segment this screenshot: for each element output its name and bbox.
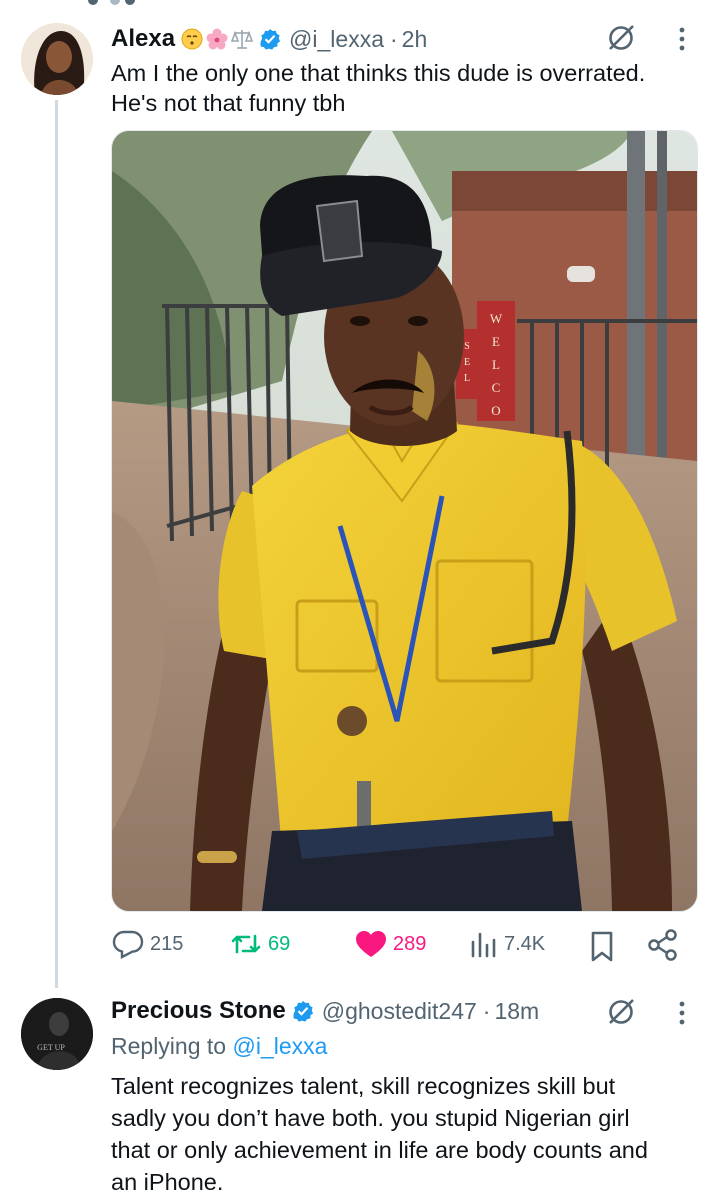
- verified-badge-icon: [292, 1000, 314, 1022]
- views-button[interactable]: 7.4K: [468, 926, 545, 962]
- author-name[interactable]: Alexa: [111, 25, 175, 53]
- replying-to-label: Replying to: [111, 1033, 227, 1059]
- welcome-sign-letter: C: [492, 380, 501, 395]
- balance-scale-emoji: [230, 28, 254, 50]
- tweet-text-line: He's not that funny tbh: [111, 90, 346, 116]
- author-handle[interactable]: @i_lexxa: [289, 26, 384, 53]
- views-count: 7.4K: [504, 932, 546, 955]
- reply-text: Talent recognizes talent, skill recogniz…: [111, 1070, 648, 1198]
- kissing-face-emoji: [181, 28, 203, 50]
- heart-icon: [356, 931, 386, 957]
- side-sign-letter: E: [464, 357, 470, 368]
- side-sign-letter: S: [464, 341, 470, 352]
- reply-text-line: an iPhone.: [111, 1169, 224, 1195]
- reply-author-name[interactable]: Precious Stone: [111, 997, 286, 1025]
- reply-text-line: sadly you don’t have both. you stupid Ni…: [111, 1105, 630, 1131]
- separator-dot: ·: [482, 997, 491, 1024]
- grok-icon[interactable]: [606, 997, 636, 1027]
- thread-connector-line: [55, 100, 58, 988]
- reply-button[interactable]: 215: [110, 926, 183, 962]
- separator-dot: ·: [390, 25, 398, 52]
- welcome-sign-letter: W: [490, 311, 503, 326]
- reply-text-line: that or only achievement in life are bod…: [111, 1137, 648, 1163]
- reply-time[interactable]: 18m: [494, 998, 539, 1025]
- reply-icon: [112, 930, 144, 959]
- reply-count: 215: [150, 932, 184, 955]
- more-options-icon[interactable]: [678, 26, 686, 52]
- tweet-header: Alexa @i_lexxa · 2h: [111, 24, 427, 54]
- share-icon[interactable]: [645, 927, 681, 963]
- reply-avatar-photo: GET UP: [21, 998, 93, 1070]
- reply-header: Precious Stone @ghostedit247 · 18m: [111, 996, 539, 1026]
- reply-avatar[interactable]: GET UP: [21, 998, 93, 1070]
- welcome-sign-letter: E: [492, 334, 500, 349]
- tweet-time[interactable]: 2h: [402, 26, 428, 53]
- avatar[interactable]: [21, 23, 93, 95]
- photo-scene: W E L C O S E L: [112, 131, 697, 911]
- reply-author-handle[interactable]: @ghostedit247: [322, 998, 477, 1025]
- replying-to-handle-link[interactable]: @i_lexxa: [232, 1033, 327, 1059]
- welcome-sign-letter: L: [492, 357, 500, 372]
- avatar-caption: GET UP: [37, 1043, 65, 1052]
- like-button[interactable]: 289: [353, 926, 426, 962]
- more-options-icon[interactable]: [678, 1000, 686, 1026]
- replying-to: Replying to @i_lexxa: [111, 1033, 327, 1060]
- avatar-photo: [21, 23, 93, 95]
- tweet-photo[interactable]: W E L C O S E L: [111, 130, 698, 912]
- bookmark-icon[interactable]: [588, 928, 616, 964]
- repost-icon: [231, 934, 261, 954]
- like-count: 289: [393, 932, 427, 955]
- previous-tweet-actions-remnant: [0, 0, 717, 8]
- tweet-actions-bar: 215 69 289 7.4K: [110, 926, 700, 966]
- views-chart-icon: [471, 932, 496, 958]
- reply-text-line: Talent recognizes talent, skill recogniz…: [111, 1073, 616, 1099]
- verified-badge-icon: [259, 28, 281, 50]
- side-sign-letter: L: [464, 373, 470, 384]
- grok-icon[interactable]: [606, 23, 636, 53]
- repost-button[interactable]: 69: [228, 926, 290, 962]
- cherry-blossom-emoji: [206, 28, 228, 50]
- repost-count: 69: [268, 932, 291, 955]
- welcome-sign-letter: O: [491, 403, 500, 418]
- tweet-text-line: Am I the only one that thinks this dude …: [111, 60, 646, 86]
- tweet-text: Am I the only one that thinks this dude …: [111, 58, 645, 118]
